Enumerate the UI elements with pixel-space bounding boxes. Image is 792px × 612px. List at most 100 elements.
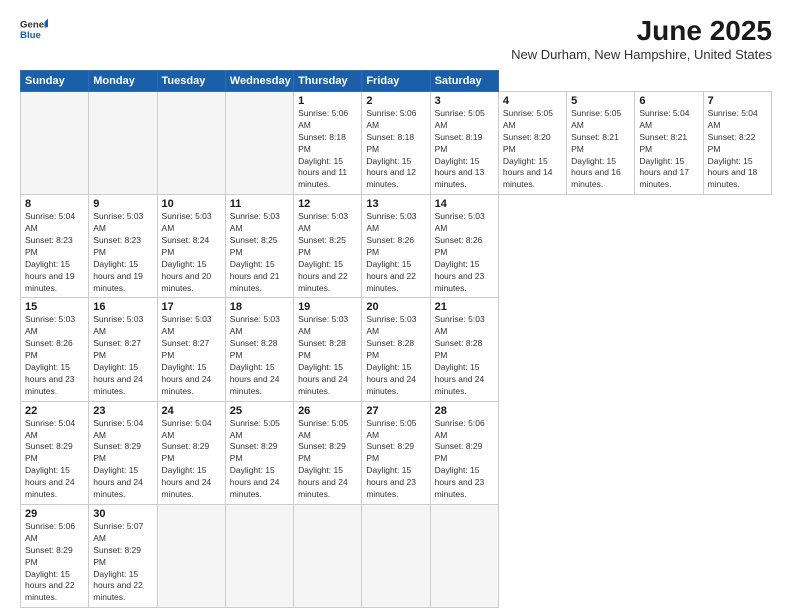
table-row: 17Sunrise: 5:03 AMSunset: 8:27 PMDayligh… — [157, 298, 225, 401]
day-info: Sunrise: 5:06 AMSunset: 8:29 PMDaylight:… — [435, 418, 494, 501]
day-info: Sunrise: 5:03 AMSunset: 8:28 PMDaylight:… — [366, 314, 425, 397]
table-row — [157, 504, 225, 607]
table-row — [294, 504, 362, 607]
table-row: 13Sunrise: 5:03 AMSunset: 8:26 PMDayligh… — [362, 195, 430, 298]
header-wednesday: Wednesday — [225, 71, 293, 92]
table-row — [225, 92, 293, 195]
table-row: 29Sunrise: 5:06 AMSunset: 8:29 PMDayligh… — [21, 504, 89, 607]
day-info: Sunrise: 5:07 AMSunset: 8:29 PMDaylight:… — [93, 521, 152, 604]
table-row: 20Sunrise: 5:03 AMSunset: 8:28 PMDayligh… — [362, 298, 430, 401]
table-row: 8Sunrise: 5:04 AMSunset: 8:23 PMDaylight… — [21, 195, 89, 298]
header-row: Sunday Monday Tuesday Wednesday Thursday… — [21, 71, 772, 92]
day-info: Sunrise: 5:06 AMSunset: 8:29 PMDaylight:… — [25, 521, 84, 604]
table-row: 26Sunrise: 5:05 AMSunset: 8:29 PMDayligh… — [294, 401, 362, 504]
day-info: Sunrise: 5:03 AMSunset: 8:28 PMDaylight:… — [230, 314, 289, 397]
table-row — [21, 92, 89, 195]
table-row — [157, 92, 225, 195]
day-number: 1 — [298, 95, 357, 107]
table-row: 24Sunrise: 5:04 AMSunset: 8:29 PMDayligh… — [157, 401, 225, 504]
day-info: Sunrise: 5:03 AMSunset: 8:23 PMDaylight:… — [93, 211, 152, 294]
day-info: Sunrise: 5:04 AMSunset: 8:22 PMDaylight:… — [708, 108, 767, 191]
page-header: General Blue June 2025 New Durham, New H… — [20, 15, 772, 62]
day-info: Sunrise: 5:03 AMSunset: 8:24 PMDaylight:… — [162, 211, 221, 294]
table-row — [430, 504, 498, 607]
table-row: 30Sunrise: 5:07 AMSunset: 8:29 PMDayligh… — [89, 504, 157, 607]
day-number: 17 — [162, 301, 221, 313]
day-info: Sunrise: 5:06 AMSunset: 8:18 PMDaylight:… — [298, 108, 357, 191]
day-info: Sunrise: 5:04 AMSunset: 8:29 PMDaylight:… — [25, 418, 84, 501]
day-number: 7 — [708, 95, 767, 107]
header-thursday: Thursday — [294, 71, 362, 92]
day-number: 3 — [435, 95, 494, 107]
day-number: 11 — [230, 198, 289, 210]
day-info: Sunrise: 5:04 AMSunset: 8:29 PMDaylight:… — [162, 418, 221, 501]
table-row: 21Sunrise: 5:03 AMSunset: 8:28 PMDayligh… — [430, 298, 498, 401]
day-info: Sunrise: 5:03 AMSunset: 8:27 PMDaylight:… — [162, 314, 221, 397]
table-row: 11Sunrise: 5:03 AMSunset: 8:25 PMDayligh… — [225, 195, 293, 298]
table-row: 18Sunrise: 5:03 AMSunset: 8:28 PMDayligh… — [225, 298, 293, 401]
week-row: 8Sunrise: 5:04 AMSunset: 8:23 PMDaylight… — [21, 195, 772, 298]
day-info: Sunrise: 5:03 AMSunset: 8:26 PMDaylight:… — [25, 314, 84, 397]
table-row: 12Sunrise: 5:03 AMSunset: 8:25 PMDayligh… — [294, 195, 362, 298]
day-number: 6 — [639, 95, 698, 107]
header-sunday: Sunday — [21, 71, 89, 92]
table-row: 10Sunrise: 5:03 AMSunset: 8:24 PMDayligh… — [157, 195, 225, 298]
week-row: 15Sunrise: 5:03 AMSunset: 8:26 PMDayligh… — [21, 298, 772, 401]
table-row: 25Sunrise: 5:05 AMSunset: 8:29 PMDayligh… — [225, 401, 293, 504]
day-number: 15 — [25, 301, 84, 313]
day-number: 14 — [435, 198, 494, 210]
day-number: 19 — [298, 301, 357, 313]
day-number: 8 — [25, 198, 84, 210]
table-row: 3Sunrise: 5:05 AMSunset: 8:19 PMDaylight… — [430, 92, 498, 195]
day-number: 23 — [93, 405, 152, 417]
day-info: Sunrise: 5:03 AMSunset: 8:28 PMDaylight:… — [298, 314, 357, 397]
table-row: 22Sunrise: 5:04 AMSunset: 8:29 PMDayligh… — [21, 401, 89, 504]
week-row: 22Sunrise: 5:04 AMSunset: 8:29 PMDayligh… — [21, 401, 772, 504]
day-info: Sunrise: 5:04 AMSunset: 8:23 PMDaylight:… — [25, 211, 84, 294]
day-info: Sunrise: 5:03 AMSunset: 8:25 PMDaylight:… — [298, 211, 357, 294]
table-row: 27Sunrise: 5:05 AMSunset: 8:29 PMDayligh… — [362, 401, 430, 504]
day-number: 30 — [93, 508, 152, 520]
header-tuesday: Tuesday — [157, 71, 225, 92]
day-info: Sunrise: 5:03 AMSunset: 8:26 PMDaylight:… — [366, 211, 425, 294]
day-info: Sunrise: 5:05 AMSunset: 8:21 PMDaylight:… — [571, 108, 630, 191]
day-number: 27 — [366, 405, 425, 417]
table-row: 16Sunrise: 5:03 AMSunset: 8:27 PMDayligh… — [89, 298, 157, 401]
table-row: 1Sunrise: 5:06 AMSunset: 8:18 PMDaylight… — [294, 92, 362, 195]
day-number: 28 — [435, 405, 494, 417]
day-number: 5 — [571, 95, 630, 107]
table-row — [89, 92, 157, 195]
day-number: 4 — [503, 95, 562, 107]
table-row: 14Sunrise: 5:03 AMSunset: 8:26 PMDayligh… — [430, 195, 498, 298]
day-number: 20 — [366, 301, 425, 313]
table-row: 9Sunrise: 5:03 AMSunset: 8:23 PMDaylight… — [89, 195, 157, 298]
day-info: Sunrise: 5:06 AMSunset: 8:18 PMDaylight:… — [366, 108, 425, 191]
header-friday: Friday — [362, 71, 430, 92]
svg-text:General: General — [20, 19, 48, 30]
table-row: 15Sunrise: 5:03 AMSunset: 8:26 PMDayligh… — [21, 298, 89, 401]
week-row: 29Sunrise: 5:06 AMSunset: 8:29 PMDayligh… — [21, 504, 772, 607]
day-number: 29 — [25, 508, 84, 520]
logo-icon: General Blue — [20, 15, 48, 43]
calendar-page: General Blue June 2025 New Durham, New H… — [0, 0, 792, 612]
day-info: Sunrise: 5:04 AMSunset: 8:21 PMDaylight:… — [639, 108, 698, 191]
logo: General Blue — [20, 15, 48, 43]
day-number: 2 — [366, 95, 425, 107]
day-info: Sunrise: 5:03 AMSunset: 8:26 PMDaylight:… — [435, 211, 494, 294]
day-number: 13 — [366, 198, 425, 210]
day-info: Sunrise: 5:04 AMSunset: 8:29 PMDaylight:… — [93, 418, 152, 501]
day-info: Sunrise: 5:05 AMSunset: 8:29 PMDaylight:… — [298, 418, 357, 501]
header-saturday: Saturday — [430, 71, 498, 92]
day-number: 26 — [298, 405, 357, 417]
day-number: 21 — [435, 301, 494, 313]
day-number: 22 — [25, 405, 84, 417]
table-row — [225, 504, 293, 607]
day-info: Sunrise: 5:05 AMSunset: 8:19 PMDaylight:… — [435, 108, 494, 191]
day-info: Sunrise: 5:03 AMSunset: 8:27 PMDaylight:… — [93, 314, 152, 397]
day-number: 16 — [93, 301, 152, 313]
table-row: 6Sunrise: 5:04 AMSunset: 8:21 PMDaylight… — [635, 92, 703, 195]
day-number: 9 — [93, 198, 152, 210]
week-row: 1Sunrise: 5:06 AMSunset: 8:18 PMDaylight… — [21, 92, 772, 195]
day-number: 18 — [230, 301, 289, 313]
table-row: 28Sunrise: 5:06 AMSunset: 8:29 PMDayligh… — [430, 401, 498, 504]
